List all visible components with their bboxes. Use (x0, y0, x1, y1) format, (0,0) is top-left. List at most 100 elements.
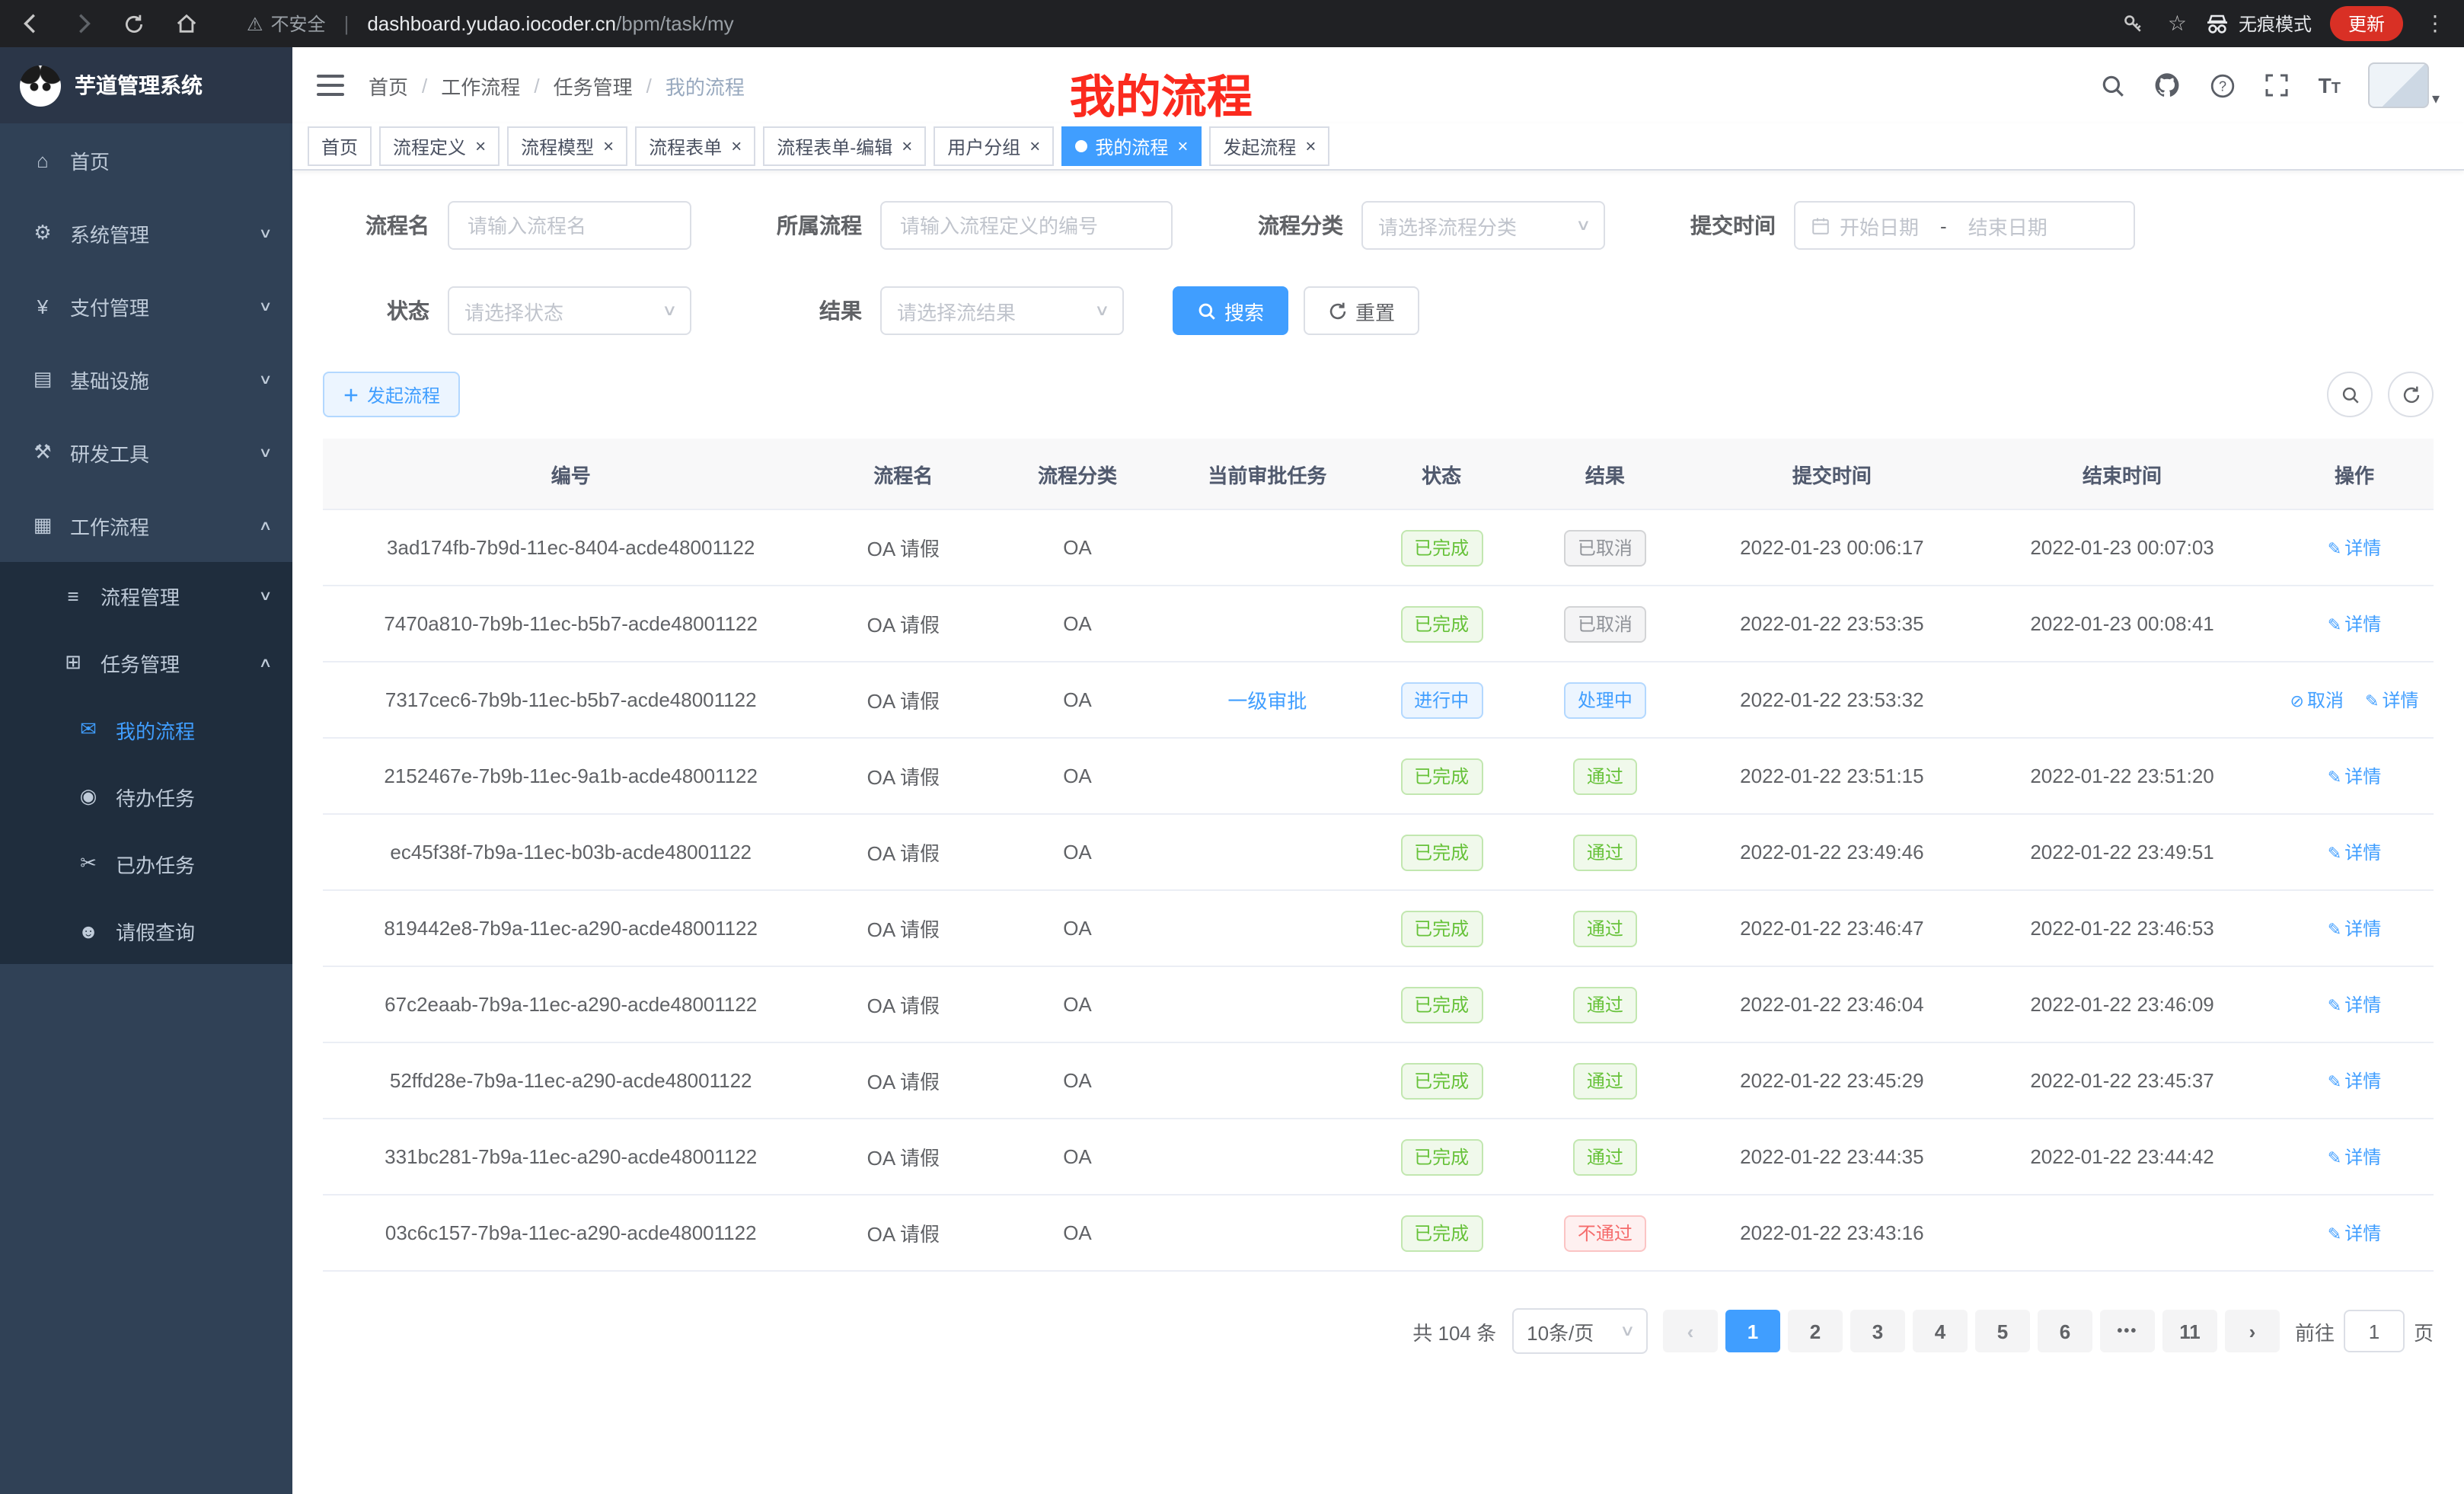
sidebar-item-label: 工作流程 (70, 511, 149, 540)
forward-icon[interactable] (67, 8, 97, 39)
sidebar-item-workflow[interactable]: ▦工作流程∧ (0, 489, 292, 562)
font-size-icon[interactable]: TT (2319, 73, 2341, 97)
tab-process-model[interactable]: 流程模型× (507, 126, 627, 166)
github-icon[interactable] (2154, 72, 2182, 99)
detail-action-link[interactable]: ✎详情 (2328, 1147, 2381, 1168)
detail-action-label: 详情 (2344, 1223, 2381, 1244)
close-icon[interactable]: × (1305, 137, 1316, 155)
close-icon[interactable]: × (1029, 137, 1040, 155)
chevron-down-icon: ∨ (259, 225, 273, 241)
security-status[interactable]: ⚠ 不安全 (247, 11, 326, 37)
detail-action-link[interactable]: ✎详情 (2328, 614, 2381, 635)
process-name-input[interactable] (448, 201, 691, 250)
browser-menu-icon[interactable]: ⋮ (2421, 11, 2449, 37)
sidebar-item-task-mgmt[interactable]: ⊞任务管理∧ (0, 629, 292, 696)
page-button-1[interactable]: 1 (1725, 1310, 1780, 1352)
result-badge: 已取消 (1564, 605, 1646, 642)
user-avatar[interactable]: ▾ (2368, 62, 2440, 108)
parent-process-input[interactable] (880, 201, 1173, 250)
sidebar-item-leave-query[interactable]: ☻请假查询 (0, 897, 292, 964)
parent-process-input[interactable] (897, 212, 1156, 238)
detail-action-link[interactable]: ✎详情 (2328, 918, 2381, 940)
sidebar-item-process-mgmt[interactable]: ≡流程管理∨ (0, 562, 292, 629)
tab-home[interactable]: 首页 (308, 126, 372, 166)
tab-user-group[interactable]: 用户分组× (934, 126, 1054, 166)
process-name-input[interactable] (464, 212, 675, 238)
sidebar-item-todo-tasks[interactable]: ◉待办任务 (0, 763, 292, 830)
page-button-11[interactable]: 11 (2162, 1310, 2217, 1352)
cell-result: 处理中 (1515, 662, 1695, 738)
tab-start-process[interactable]: 发起流程× (1209, 126, 1329, 166)
edit-icon: ✎ (2328, 1150, 2341, 1168)
close-icon[interactable]: × (1177, 137, 1188, 155)
back-icon[interactable] (15, 8, 46, 39)
search-button[interactable]: 搜索 (1173, 286, 1288, 335)
close-icon[interactable]: × (902, 137, 912, 155)
app-logo[interactable]: 芋道管理系统 (0, 47, 292, 123)
help-icon[interactable]: ? (2209, 72, 2236, 99)
current-task-link[interactable]: 一级审批 (1227, 690, 1307, 713)
page-button-6[interactable]: 6 (2038, 1310, 2092, 1352)
refresh-table-icon[interactable] (2388, 372, 2434, 417)
fullscreen-icon[interactable] (2264, 72, 2291, 99)
page-button-2[interactable]: 2 (1788, 1310, 1843, 1352)
column-header: 当前审批任务 (1167, 439, 1368, 509)
sidebar-item-home[interactable]: ⌂首页 (0, 123, 292, 196)
chevron-down-icon: ∨ (1575, 217, 1591, 234)
sidebar-item-my-process[interactable]: ✉我的流程 (0, 696, 292, 763)
detail-action-link[interactable]: ✎详情 (2328, 994, 2381, 1016)
sidebar-item-devtools[interactable]: ⚒研发工具∨ (0, 416, 292, 489)
tab-process-def[interactable]: 流程定义× (379, 126, 500, 166)
sidebar-toggle-icon[interactable] (317, 75, 344, 96)
avatar-image (2368, 62, 2429, 108)
bookmark-star-icon[interactable]: ☆ (2168, 11, 2187, 37)
key-icon[interactable] (2119, 8, 2150, 39)
process-category-select[interactable]: 请选择流程分类∨ (1361, 201, 1605, 250)
url-text[interactable]: dashboard.yudao.iocoder.cn/bpm/task/my (367, 12, 733, 35)
address-bar[interactable]: ⚠ 不安全 | dashboard.yudao.iocoder.cn/bpm/t… (222, 11, 2098, 37)
home-nav-icon[interactable] (171, 8, 201, 39)
jump-page-input[interactable] (2344, 1310, 2405, 1352)
page-ellipsis[interactable]: ••• (2100, 1310, 2155, 1352)
detail-action-link[interactable]: ✎详情 (2328, 1071, 2381, 1092)
page-button-4[interactable]: 4 (1913, 1310, 1968, 1352)
sidebar-item-system[interactable]: ⚙系统管理∨ (0, 196, 292, 270)
detail-action-link[interactable]: ✎详情 (2328, 1223, 2381, 1244)
tab-my-process[interactable]: 我的流程× (1061, 126, 1202, 166)
search-icon[interactable] (2099, 72, 2127, 99)
cell-category: OA (988, 1119, 1167, 1195)
cell-end-time (1969, 1195, 2275, 1271)
reload-icon[interactable] (119, 8, 149, 39)
status-select[interactable]: 请选择状态∨ (448, 286, 691, 335)
close-icon[interactable]: × (731, 137, 742, 155)
cancel-action-link[interactable]: ⊘取消 (2290, 690, 2344, 711)
detail-action-link[interactable]: ✎详情 (2365, 690, 2418, 711)
close-icon[interactable]: × (475, 137, 486, 155)
tab-process-form[interactable]: 流程表单× (635, 126, 755, 166)
cell-id: 7317cec6-7b9b-11ec-b5b7-acde48001122 (323, 662, 819, 738)
sidebar-item-done-tasks[interactable]: ✂已办任务 (0, 830, 292, 897)
breadcrumb-item[interactable]: 首页 (369, 71, 408, 100)
page-size-select[interactable]: 10条/页 ∨ (1511, 1308, 1648, 1354)
detail-action-link[interactable]: ✎详情 (2328, 538, 2381, 559)
close-icon[interactable]: × (603, 137, 614, 155)
result-select[interactable]: 请选择流结果∨ (880, 286, 1124, 335)
update-button[interactable]: 更新 (2330, 6, 2403, 41)
breadcrumb-item[interactable]: 任务管理 (554, 71, 633, 100)
reset-button[interactable]: 重置 (1304, 286, 1419, 335)
tab-process-form-edit[interactable]: 流程表单-编辑× (763, 126, 926, 166)
detail-action-link[interactable]: ✎详情 (2328, 766, 2381, 787)
create-process-button[interactable]: 发起流程 (323, 372, 460, 417)
page-button-5[interactable]: 5 (1975, 1310, 2030, 1352)
cancel-icon: ⊘ (2290, 693, 2304, 711)
detail-action-link[interactable]: ✎详情 (2328, 842, 2381, 864)
submit-time-daterange[interactable]: 开始日期-结束日期 (1794, 201, 2135, 250)
sidebar-item-infra[interactable]: ▤基础设施∨ (0, 343, 292, 416)
toggle-search-icon[interactable] (2327, 372, 2373, 417)
date-separator: - (1940, 214, 1947, 237)
breadcrumb-item[interactable]: 工作流程 (441, 71, 520, 100)
prev-page-button[interactable]: ‹ (1663, 1310, 1718, 1352)
next-page-button[interactable]: › (2225, 1310, 2280, 1352)
sidebar-item-payment[interactable]: ¥支付管理∨ (0, 270, 292, 343)
page-button-3[interactable]: 3 (1850, 1310, 1905, 1352)
